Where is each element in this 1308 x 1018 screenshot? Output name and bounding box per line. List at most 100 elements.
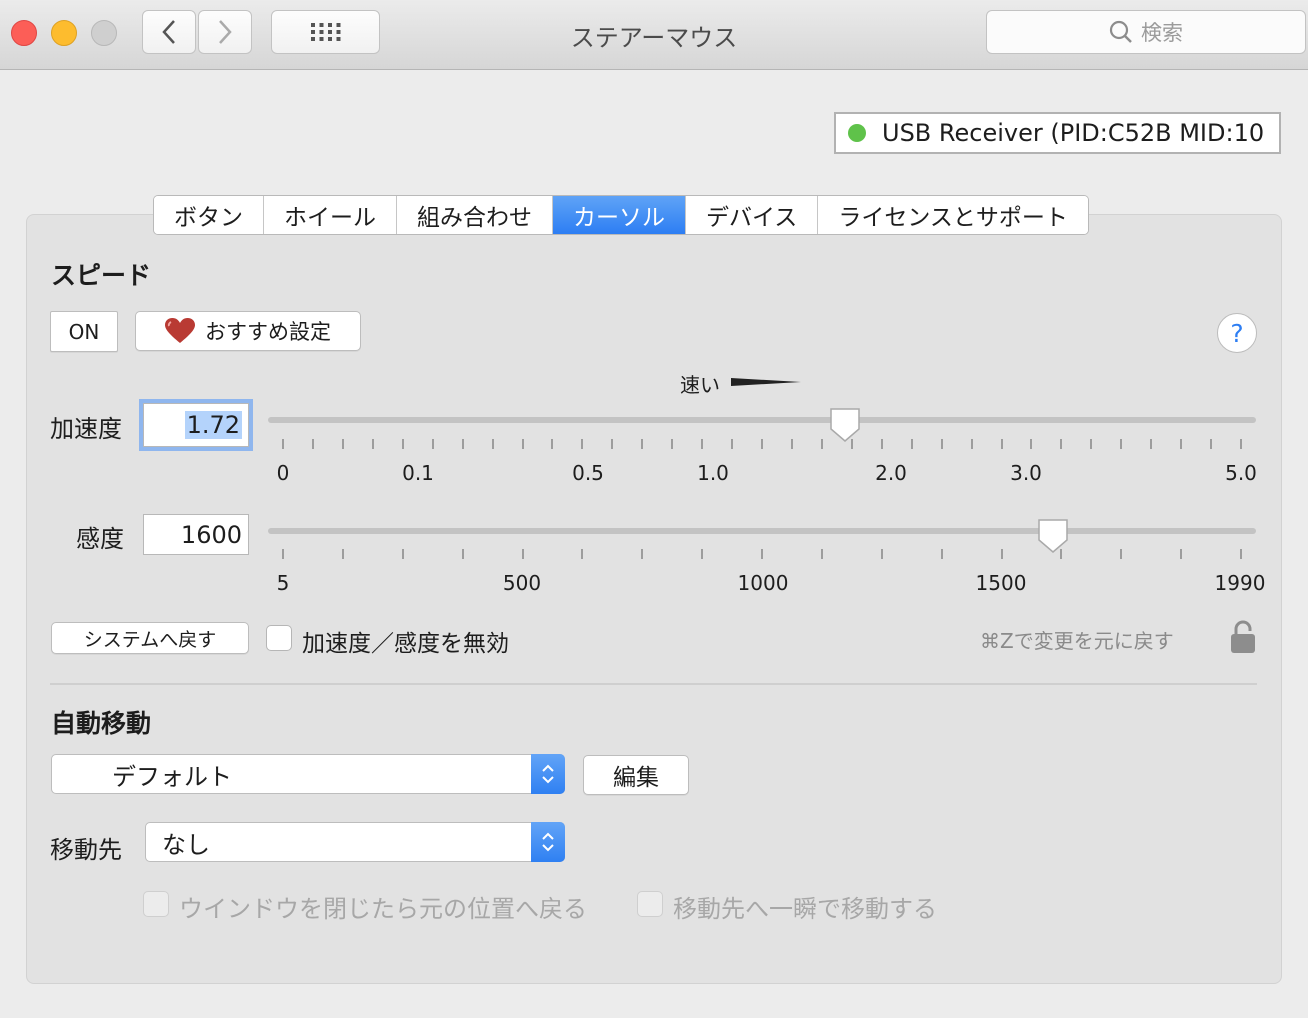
slider-tick: [341, 549, 344, 559]
acceleration-tick-label: 0.1: [402, 461, 434, 485]
slider-tick: [940, 549, 943, 559]
recommended-settings-button[interactable]: おすすめ設定: [135, 311, 361, 351]
slider-tick: [910, 439, 913, 449]
auto-move-preset-popup[interactable]: デフォルト: [51, 754, 565, 794]
destination-label: 移動先: [50, 836, 122, 864]
slider-tick: [1120, 549, 1123, 559]
return-on-close-label: ウインドウを閉じたら元の位置へ戻る: [179, 895, 587, 923]
slider-tick: [282, 549, 284, 559]
recommended-settings-label: おすすめ設定: [205, 320, 331, 344]
device-selector[interactable]: USB Receiver (PID:C52B MID:10: [834, 112, 1281, 154]
disable-accel-checkbox[interactable]: [266, 625, 292, 651]
auto-move-heading: 自動移動: [51, 709, 152, 738]
slider-tick: [671, 439, 674, 449]
speed-wedge-icon: [731, 378, 801, 386]
slider-tick: [401, 439, 404, 449]
chevron-right-icon: [219, 20, 232, 44]
slider-tick: [1090, 439, 1093, 449]
grid-icon: [310, 23, 340, 41]
slider-tick: [461, 549, 464, 559]
slider-tick: [521, 439, 524, 449]
sensitivity-tick-label: 5: [276, 571, 290, 595]
acceleration-slider-knob[interactable]: [829, 407, 861, 447]
minimize-window-button[interactable]: [51, 20, 77, 46]
slider-tick: [311, 439, 314, 449]
slider-tick: [940, 439, 943, 449]
slider-tick: [1060, 439, 1063, 449]
sensitivity-value: 1600: [180, 520, 242, 549]
tab-buttons[interactable]: ボタン: [154, 196, 264, 234]
slider-tick: [761, 549, 763, 559]
slider-tick: [461, 439, 464, 449]
tab-combinations[interactable]: 組み合わせ: [397, 196, 553, 234]
help-button[interactable]: ?: [1217, 313, 1257, 353]
sensitivity-tick-label: 1990: [1214, 571, 1266, 595]
sensitivity-label: 感度: [76, 525, 124, 553]
slider-tick: [1240, 439, 1242, 449]
edit-button[interactable]: 編集: [583, 755, 689, 795]
slider-tick: [581, 549, 584, 559]
tab-device[interactable]: デバイス: [686, 196, 819, 234]
destination-popup[interactable]: なし: [145, 822, 565, 862]
instant-move-label: 移動先へ一瞬で移動する: [673, 895, 937, 923]
reset-to-system-button[interactable]: システムへ戻す: [51, 622, 249, 654]
tab-wheel[interactable]: ホイール: [264, 196, 397, 234]
acceleration-slider-track[interactable]: [268, 417, 1256, 423]
slider-tick: [371, 439, 374, 449]
acceleration-tick-label: 3.0: [1010, 461, 1042, 485]
slider-tick: [820, 439, 823, 449]
back-button[interactable]: [142, 10, 196, 54]
section-divider: [50, 683, 1257, 685]
slider-tick: [551, 439, 554, 449]
acceleration-value-field[interactable]: 1.72: [143, 403, 249, 447]
popup-arrows-icon: [531, 754, 565, 794]
zoom-window-button[interactable]: [91, 20, 117, 46]
slider-tick: [1000, 549, 1003, 559]
popup-arrows-icon: [531, 822, 565, 862]
return-on-close-checkbox[interactable]: [143, 891, 169, 917]
slider-tick: [820, 549, 823, 559]
slider-tick: [431, 439, 434, 449]
device-status-indicator: [848, 124, 866, 142]
heart-icon: [165, 318, 195, 343]
sensitivity-tick-label: 1500: [975, 571, 1027, 595]
tab-bar: ボタン ホイール 組み合わせ カーソル デバイス ライセンスとサポート: [153, 195, 1089, 235]
search-field[interactable]: 検索: [986, 10, 1306, 54]
acceleration-label: 加速度: [50, 415, 122, 443]
slider-tick: [880, 439, 883, 449]
show-all-button[interactable]: [271, 10, 380, 54]
tab-cursor[interactable]: カーソル: [553, 196, 686, 234]
forward-button[interactable]: [198, 10, 252, 54]
tab-license-support[interactable]: ライセンスとサポート: [818, 196, 1088, 234]
slider-tick: [1240, 549, 1242, 559]
slider-tick: [1150, 439, 1153, 449]
search-icon: [1109, 20, 1132, 43]
slider-tick: [1120, 439, 1123, 449]
slider-tick: [1180, 549, 1183, 559]
slider-tick: [701, 439, 704, 449]
on-toggle-button[interactable]: ON: [50, 311, 118, 352]
close-window-button[interactable]: [11, 20, 37, 46]
disable-accel-label: 加速度／感度を無効: [302, 631, 509, 657]
sensitivity-slider-track[interactable]: [268, 528, 1256, 534]
acceleration-tick-label: 0: [276, 461, 290, 485]
acceleration-tick-label: 2.0: [875, 461, 907, 485]
slider-tick: [641, 439, 644, 449]
instant-move-checkbox[interactable]: [637, 891, 663, 917]
help-icon: ?: [1230, 318, 1244, 348]
speed-heading: スピード: [51, 261, 152, 290]
title-bar: ステアーマウス 検索: [0, 0, 1308, 70]
acceleration-tick-label: 1.0: [697, 461, 729, 485]
slider-tick: [611, 439, 614, 449]
sensitivity-slider-knob[interactable]: [1037, 518, 1069, 558]
chevron-left-icon: [162, 20, 175, 44]
window-title: ステアーマウス: [570, 24, 738, 52]
acceleration-tick-label: 0.5: [572, 461, 604, 485]
slider-tick: [581, 439, 584, 449]
slider-tick: [491, 439, 494, 449]
sensitivity-value-field[interactable]: 1600: [143, 514, 249, 555]
slider-tick: [880, 549, 883, 559]
lock-icon[interactable]: [1230, 620, 1256, 654]
acceleration-tick-label: 5.0: [1225, 461, 1257, 485]
slider-tick: [701, 549, 704, 559]
